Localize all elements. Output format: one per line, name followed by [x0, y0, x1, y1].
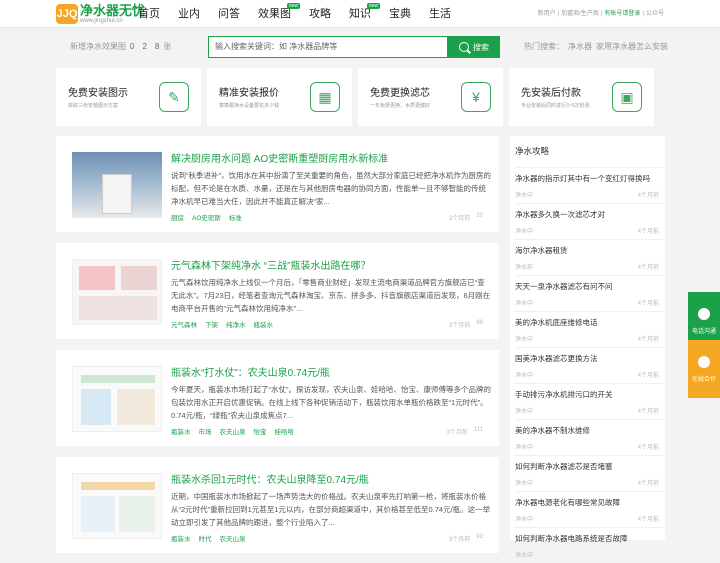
article-card[interactable]: 解决厨房用水问题 AO史密斯重塑厨房用水新标准 说到“秋季进补”，饮用水在其中扮… [56, 136, 499, 232]
article-summary: 元气森林饮用纯净水上线仅一个月后，「零售商业财经」发现主流电商渠道品牌官方旗舰店… [171, 278, 491, 313]
article-thumbnail[interactable] [72, 259, 162, 325]
article-tags: 瓶装水 时代 农夫山泉 [171, 533, 254, 543]
nav-item-knowledge[interactable]: 知识 new [349, 0, 380, 28]
sidebar-item[interactable]: 美的净水机底座维修电话 净水中 4个月前 [515, 311, 663, 347]
nav-item-home[interactable]: 首页 [138, 0, 160, 28]
sidebar-item[interactable]: 如何判断净水器滤芯是否堵塞 净水中 4个月前 [515, 455, 663, 491]
nav-item-gallery[interactable]: 效果图 new [258, 0, 300, 28]
site-logo[interactable]: JJQ 净水器无忧 www.jingshui.cn [56, 4, 145, 24]
logo-mark: JJQ [56, 4, 78, 24]
tag[interactable]: 娃哈哈 [275, 426, 295, 436]
sidebar-item[interactable]: 国美净水器滤芯更换方法 净水中 4个月前 [515, 347, 663, 383]
new-user-link[interactable]: 新用户 [538, 0, 556, 28]
sidebar-item[interactable]: 如何判断净水器电路系统是否故障 净水中 [515, 527, 663, 563]
nav-item-handbook[interactable]: 宝典 [389, 0, 411, 28]
sidebar-item[interactable]: 净水器电源老化有哪些常见故障 净水中 4个月前 [515, 491, 663, 527]
article-summary: 说到“秋季进补”，饮用水在其中扮演了至关重要的角色，虽然大部分家庭已经把净水机作… [171, 171, 491, 206]
new-badge: new [366, 3, 380, 9]
article-meta: 3个月前 86 [448, 320, 483, 329]
main-nav: 首页 业内 问答 效果图 new 攻略 知识 new 宝典 生活 [138, 0, 469, 28]
tag[interactable]: 时代 [199, 533, 212, 543]
phone-icon [698, 307, 710, 320]
article-card[interactable]: 元气森林下架纯净水 “三战”瓶装水出路在哪？ 元气森林饮用纯净水上线仅一个月后，… [56, 243, 499, 339]
tag[interactable]: 标准 [229, 212, 242, 222]
search-icon [459, 42, 469, 52]
nav-item-industry[interactable]: 业内 [178, 0, 200, 28]
nav-item-guide[interactable]: 攻略 [309, 0, 331, 28]
view-count: 111 [473, 427, 483, 433]
article-meta: 3个月前 20 [448, 213, 483, 222]
article-thumbnail[interactable] [72, 152, 162, 218]
gallery-counter: 新增净水效果图 0 2 8 张 [70, 42, 172, 51]
article-tags: 元气森林 下架 纯净水 瓶装水 [171, 319, 281, 329]
coop-float-button[interactable]: 在线合作 [688, 340, 720, 398]
yen-icon: ¥ [461, 82, 491, 112]
tag[interactable]: 元气森林 [171, 319, 197, 329]
tag[interactable]: 怡宝 [254, 426, 267, 436]
tag[interactable]: 农夫山泉 [220, 426, 246, 436]
article-thumbnail[interactable] [72, 473, 162, 539]
view-count: 92 [476, 534, 483, 540]
article-thumbnail[interactable] [72, 366, 162, 432]
pen-icon: ✎ [159, 82, 189, 112]
search-row: 新增净水效果图 0 2 8 张 输入搜索关键词：如 净水器品牌等 搜索 热门搜索… [0, 34, 720, 60]
article-tags: 厨房 AO史密斯 标准 [171, 212, 250, 222]
tag[interactable]: AO史密斯 [192, 212, 221, 222]
hot-keyword[interactable]: 家用净水器怎么安装 [596, 42, 668, 51]
calculator-icon: ▦ [310, 82, 340, 112]
logo-title: 净水器无忧 [80, 3, 146, 18]
tag[interactable]: 瓶装水 [171, 426, 191, 436]
nav-item-qa[interactable]: 问答 [218, 0, 240, 28]
article-tags: 瓶装水 市场 农夫山泉 怡宝 娃哈哈 [171, 426, 302, 436]
top-links: 新用户 | 加盟商/生产商 | 有账号请登录 | 公众号 [536, 0, 664, 28]
tag[interactable]: 瓶装水 [254, 319, 274, 329]
article-title[interactable]: 瓶装水“打水仗”：农夫山泉0.74元/瓶 [171, 364, 330, 379]
search-input[interactable]: 输入搜索关键词：如 净水器品牌等 [208, 36, 448, 58]
article-card[interactable]: 瓶装水杀回1元时代：农夫山泉降至0.74元/瓶 近期，中国瓶装水市场掀起了一场声… [56, 457, 499, 553]
feature-pay-later[interactable]: 先安装后付款 专业安装后同时进行3~5次检测 ▣ [509, 68, 654, 126]
view-count: 20 [476, 213, 483, 219]
article-title[interactable]: 解决厨房用水问题 AO史密斯重塑厨房用水新标准 [171, 150, 388, 165]
article-meta: 3个月前 111 [446, 427, 483, 436]
hot-searches: 热门搜索： 净水器 家用净水器怎么安装 [524, 42, 668, 51]
logo-subtitle: www.jingshui.cn [80, 18, 123, 24]
sidebar-item[interactable]: 海尔净水器租赁 净水前 4个月前 [515, 239, 663, 275]
sidebar-guides: 净水攻略 净水器的指示灯其中有一个变红灯得换吗 净水中 4个月前 净水器多久换一次滤… [510, 136, 665, 559]
new-badge: new [286, 3, 300, 9]
view-count: 86 [476, 320, 483, 326]
sidebar-item[interactable]: 手动排污净水机排污口的开关 净水中 4个月前 [515, 383, 663, 419]
feature-quote[interactable]: 精准安装报价 算算跟净水设备要花多少钱 ▦ [207, 68, 352, 126]
dealer-link[interactable]: 加盟商/生产商 [561, 0, 599, 28]
tag[interactable]: 市场 [199, 426, 212, 436]
sidebar-title: 净水攻略 [515, 146, 550, 156]
sidebar-item[interactable]: 净水器多久换一次滤芯才对 净水中 4个月前 [515, 203, 663, 239]
tag[interactable]: 厨房 [171, 212, 184, 222]
article-title[interactable]: 瓶装水杀回1元时代：农夫山泉降至0.74元/瓶 [171, 471, 369, 486]
login-link[interactable]: 有账号请登录 [604, 0, 640, 28]
tag[interactable]: 瓶装水 [171, 533, 191, 543]
feature-filter[interactable]: 免费更换滤芯 一年免费更换，水质更健好 ¥ [358, 68, 503, 126]
top-bar: JJQ 净水器无忧 www.jingshui.cn 首页 业内 问答 效果图 ne… [0, 0, 720, 28]
chat-icon [698, 355, 710, 368]
sidebar-item[interactable]: 净水器的指示灯其中有一个变红灯得换吗 净水中 4个月前 [515, 167, 663, 203]
tag[interactable]: 纯净水 [226, 319, 246, 329]
search-button[interactable]: 搜索 [448, 36, 500, 58]
official-account-link[interactable]: 公众号 [646, 0, 664, 28]
feature-free-diagram[interactable]: 免费安装图示 获取三份安装图示方案 ✎ [56, 68, 201, 126]
article-meta: 3个月前 92 [448, 534, 483, 543]
sidebar-item[interactable]: 美的净水器不制水维修 净水中 4个月前 [515, 419, 663, 455]
feature-cards: 免费安装图示 获取三份安装图示方案 ✎ 精准安装报价 算算跟净水设备要花多少钱 … [56, 68, 666, 126]
article-summary: 近期，中国瓶装水市场掀起了一场声势浩大的价格战。农夫山泉率先打响第一枪，将瓶装水… [171, 492, 491, 527]
hot-keyword[interactable]: 净水器 [568, 42, 592, 51]
receipt-icon: ▣ [612, 82, 642, 112]
tag[interactable]: 农夫山泉 [220, 533, 246, 543]
sidebar-item[interactable]: 天天一泉净水器滤芯有问不问 净水中 4个月前 [515, 275, 663, 311]
article-card[interactable]: 瓶装水“打水仗”：农夫山泉0.74元/瓶 今年夏天，瓶装水市场打起了“水仗”。探… [56, 350, 499, 446]
article-summary: 今年夏天，瓶装水市场打起了“水仗”。探访发现，农夫山泉、娃哈哈、怡宝、康师傅等多… [171, 385, 491, 420]
article-title[interactable]: 元气森林下架纯净水 “三战”瓶装水出路在哪？ [171, 257, 370, 272]
tag[interactable]: 下架 [205, 319, 218, 329]
nav-item-life[interactable]: 生活 [429, 0, 451, 28]
